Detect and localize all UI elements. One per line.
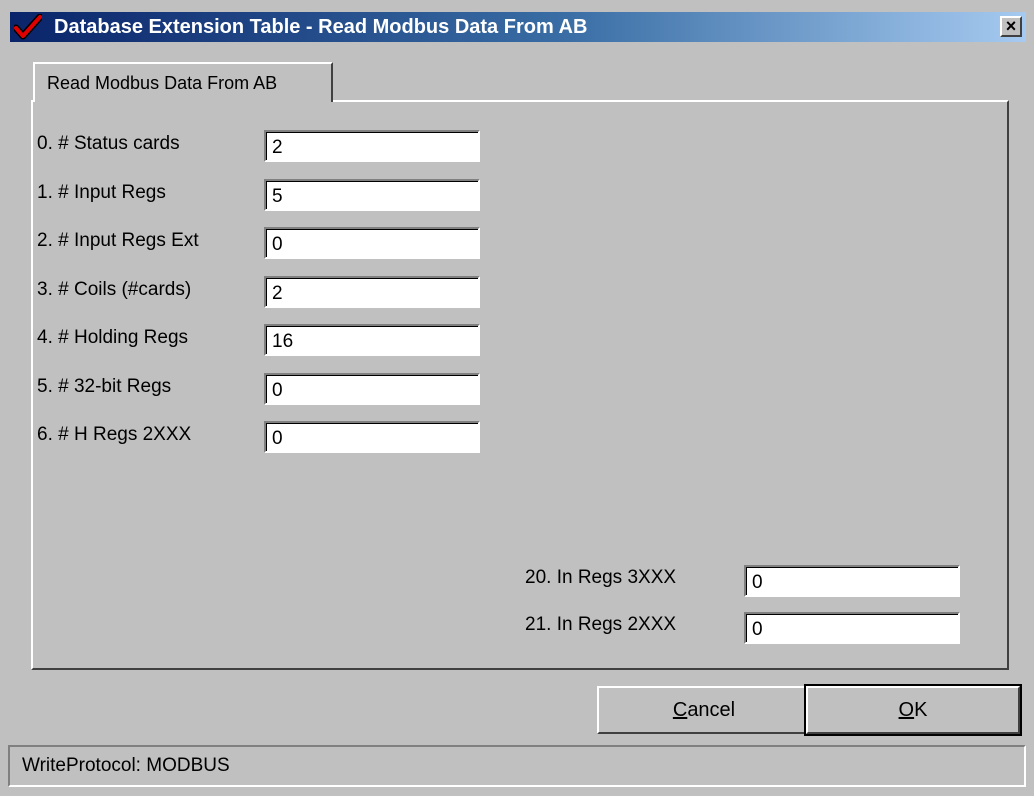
holding-regs-label: 4. # Holding Regs [37, 327, 189, 348]
coils-field[interactable]: 2 [264, 276, 480, 308]
tab-read-modbus-data[interactable]: Read Modbus Data From AB [33, 62, 333, 102]
status-cards-label: 0. # Status cards [37, 133, 180, 154]
holding-regs-field[interactable]: 16 [264, 324, 480, 356]
cancel-label-accel: C [672, 699, 688, 721]
cancel-button[interactable]: Cancel [597, 686, 811, 734]
cancel-label-rest: ancel [687, 699, 736, 721]
in-regs-3xxx-label: 20. In Regs 3XXX [525, 567, 677, 588]
checkmark-icon [14, 14, 42, 40]
close-icon: × [1005, 16, 1017, 36]
input-regs-ext-label: 2. # Input Regs Ext [37, 230, 199, 251]
input-regs-label: 1. # Input Regs [37, 182, 166, 203]
h-regs-2xxx-field[interactable]: 0 [264, 421, 480, 453]
in-regs-2xxx-label: 21. In Regs 2XXX [525, 614, 677, 635]
close-button[interactable]: × [1000, 16, 1022, 37]
window-title: Database Extension Table - Read Modbus D… [54, 16, 588, 38]
in-regs-3xxx-field[interactable]: 0 [744, 565, 960, 597]
32bit-regs-field[interactable]: 0 [264, 373, 480, 405]
coils-label: 3. # Coils (#cards) [37, 279, 192, 300]
tab-label: Read Modbus Data From AB [47, 73, 278, 93]
in-regs-2xxx-field[interactable]: 0 [744, 612, 960, 644]
ok-label-rest: K [914, 699, 928, 721]
ok-label-accel: O [898, 699, 915, 721]
status-bar: WriteProtocol: MODBUS [8, 745, 1026, 787]
h-regs-2xxx-label: 6. # H Regs 2XXX [37, 424, 192, 445]
status-text: WriteProtocol: MODBUS [22, 755, 230, 776]
32bit-regs-label: 5. # 32-bit Regs [37, 376, 172, 397]
status-cards-field[interactable]: 2 [264, 130, 480, 162]
input-regs-ext-field[interactable]: 0 [264, 227, 480, 259]
title-bar[interactable]: Database Extension Table - Read Modbus D… [10, 12, 1026, 42]
dialog-window: Database Extension Table - Read Modbus D… [0, 0, 1034, 796]
input-regs-field[interactable]: 5 [264, 179, 480, 211]
ok-button[interactable]: OK [804, 684, 1022, 736]
